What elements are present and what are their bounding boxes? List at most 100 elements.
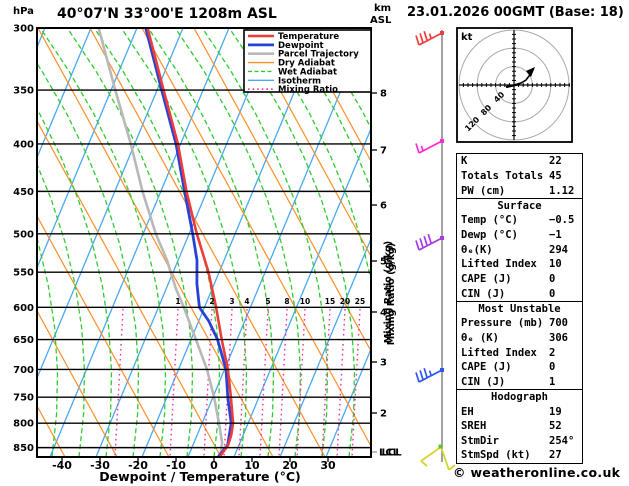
indices-row: EH 19 [457,405,582,420]
indices-section-title: Surface [497,199,542,212]
indices-row-value: 0 [549,287,556,300]
mixing-ratio-value-label: 25 [355,297,365,306]
pressure-tick-label: 400 [13,139,34,150]
mixing-ratio-value-label: 3 [229,297,234,306]
km-tick-label: 6 [380,201,387,212]
x-axis-title: Dewpoint / Temperature (°C) [99,469,300,484]
indices-row-label: θₑ(K) [461,243,493,256]
pressure-tick-label: 700 [13,365,34,376]
mixing-axis-label: Mixing Ratio (g/kg) [383,241,394,343]
indices-row-value: 19 [549,405,562,418]
pressure-tick-label: 300 [13,24,34,35]
mixing-ratio-value-label: 4 [244,297,249,306]
mixing-ratio-value-label: 2 [209,297,214,306]
barb-dot [438,444,443,449]
mixing-ratio-value-label: 8 [284,297,289,306]
legend: TemperatureDewpointParcel TrajectoryDry … [243,29,372,95]
indices-row-value: 0 [549,361,556,374]
pressure-tick-label: 350 [13,86,34,97]
indices-row: CAPE (J) 0 [457,272,582,287]
indices-row: PW (cm) 1.12 [457,184,582,199]
indices-row-value: −1 [549,229,562,242]
indices-row: K 22 [457,154,582,169]
mixing-ratio-value-label: 10 [300,297,310,306]
indices-section: Most Unstable Pressure (mb) 700 θₑ (K) 306 Li… [456,300,583,391]
indices-row-label: Dewp (°C) [461,229,518,242]
asl-unit-label: ASL [370,15,392,26]
indices-row: StmSpd (kt) 27 [457,448,582,463]
indices-row-value: 700 [549,317,568,330]
indices-section: Surface Temp (°C) −0.5 Dewp (°C) −1 θₑ(K) 294 L… [456,197,583,303]
km-tick-label: 2 [380,409,387,420]
indices-row-label: Pressure (mb) [461,317,544,330]
indices-section: K 22 Totals Totals 45 PW (cm) 1.12 [456,153,583,200]
km-unit-label: km [374,3,391,14]
km-tick-label: 3 [380,358,387,369]
indices-row-value: 1.12 [549,184,575,197]
indices-row: StmDir 254° [457,434,582,449]
indices-row-label: CIN (J) [461,287,506,300]
indices-row-label: SREH [461,420,487,433]
indices-section-title: Hodograph [491,390,548,403]
pressure-tick-label: 450 [13,187,34,198]
date-title: 23.01.2026 00GMT (Base: 18) [407,5,624,20]
mixing-ratio-value-label: 20 [340,297,350,306]
indices-row: Lifted Index 2 [457,346,582,361]
indices-row: Dewp (°C) −1 [457,228,582,243]
mixing-ratio-value-label: 5 [265,297,270,306]
lcl-label: LCL [379,448,400,459]
indices-row-label: Temp (°C) [461,214,518,227]
credit-text: © weatheronline.co.uk [453,465,621,480]
indices-row-value: 294 [549,243,568,256]
indices-row-label: Lifted Index [461,258,537,271]
pressure-tick-label: 550 [13,268,34,279]
pressure-tick-label: 600 [13,303,34,314]
pressure-unit-label: hPa [13,6,34,17]
mixing-ratio-value-label: 1 [175,297,180,306]
indices-row-value: 0 [549,272,556,285]
indices-section-title: Most Unstable [478,302,561,315]
indices-row: Temp (°C) −0.5 [457,213,582,228]
indices-row: CIN (J) 0 [457,287,582,302]
indices-row-label: StmDir [461,434,499,447]
pressure-tick-label: 500 [13,229,34,240]
indices-row: Totals Totals 45 [457,169,582,184]
skewt-sounding-page: 1 2 3 4 5 8 10 15 20 25 hPa 300 350 400 450 500 550 600 65… [0,0,629,486]
indices-row-value: 52 [549,420,562,433]
temp-tick-label: 30 [320,459,336,472]
indices-row: θₑ(K) 294 [457,243,582,258]
barb-dot [440,368,444,372]
indices-section: Hodograph EH 19 SREH 52 StmDir 254° StmSpd (kt)… [456,388,583,465]
indices-row-label: CAPE (J) [461,272,512,285]
pressure-tick-label: 850 [13,443,34,454]
km-tick-label: 7 [380,146,387,157]
indices-row-value: 254° [549,434,575,447]
indices-row-label: EH [461,405,474,418]
legend-label: Mixing Ratio [278,85,338,95]
barb-dot [440,139,444,143]
indices-row-label: θₑ (K) [461,331,499,344]
barb-dot [440,236,444,240]
pressure-tick-label: 650 [13,335,34,346]
barb-dot [440,31,444,35]
mixing-ratio-value-label: 15 [325,297,335,306]
pressure-tick-label: 800 [13,419,34,430]
indices-row: CIN (J) 1 [457,375,582,390]
chart-title: 40°07'N 33°00'E 1208m ASL [57,6,277,22]
pressure-tick-label: 750 [13,393,34,404]
hodograph-unit-label: kt [461,32,473,43]
indices-row: θₑ (K) 306 [457,331,582,346]
indices-row-label: StmSpd (kt) [461,449,531,462]
temp-tick-label: -40 [52,459,72,472]
indices-row-value: 27 [549,449,562,462]
indices-row-label: CAPE (J) [461,361,512,374]
indices-row-value: 10 [549,258,562,271]
indices-row: Pressure (mb) 700 [457,316,582,331]
hodograph: kt4080120 [456,27,573,143]
indices-row-value: 1 [549,375,556,388]
indices-row-value: −0.5 [549,214,575,227]
indices-table: K 22 Totals Totals 45 PW (cm) 1.12 Surface Temp… [456,153,583,465]
indices-row: Lifted Index 10 [457,257,582,272]
indices-row: SREH 52 [457,419,582,434]
indices-row: CAPE (J) 0 [457,360,582,375]
